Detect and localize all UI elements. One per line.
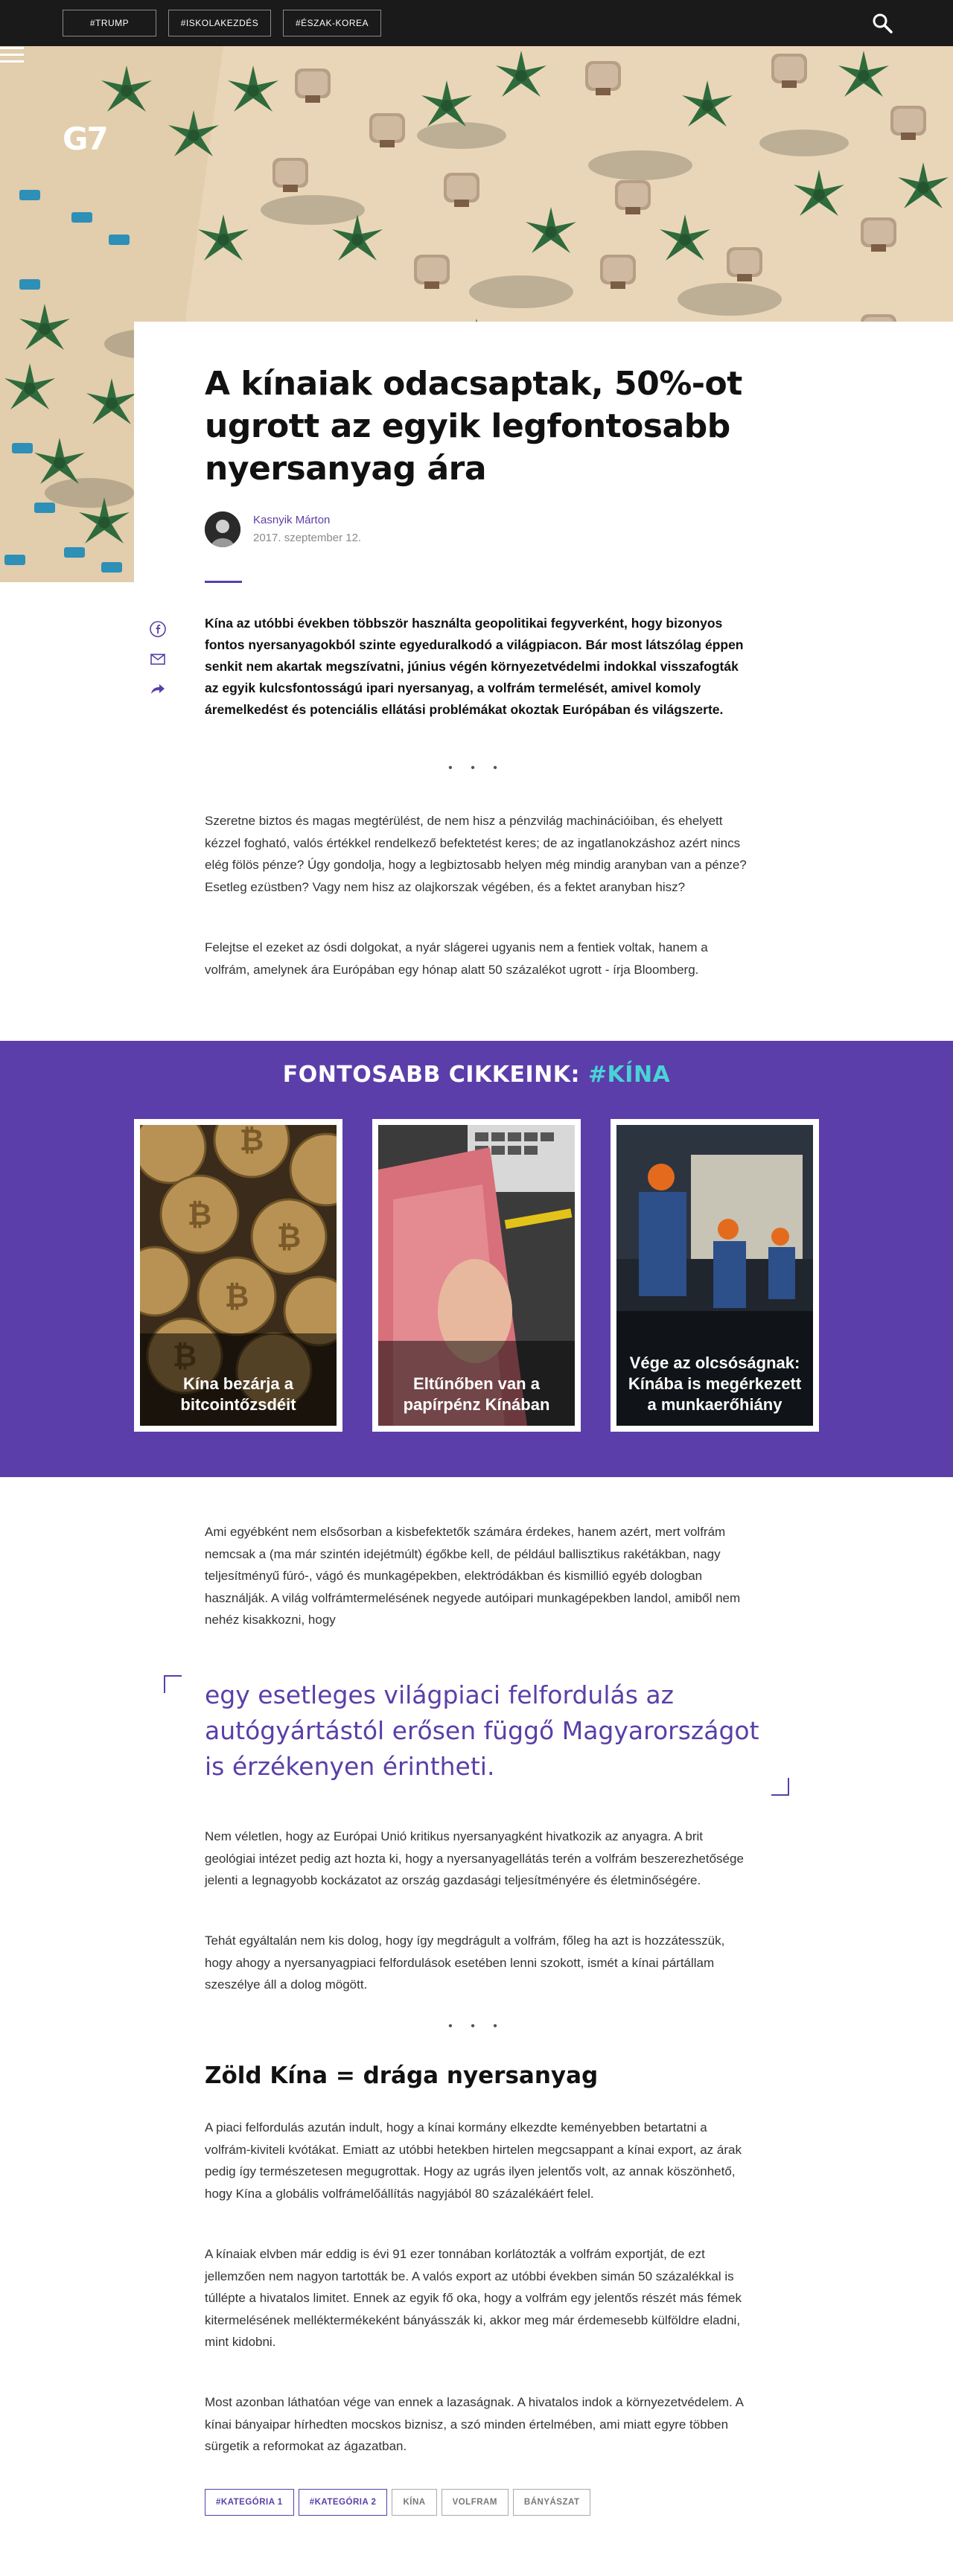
svg-text:₿: ₿ [188, 1198, 212, 1232]
section-separator: • • • [448, 2020, 505, 2033]
tag-banyaszat[interactable]: BÁNYÁSZAT [512, 2489, 591, 2516]
factory-workers-image: Vége az olcsóságnak: Kínába is megérkeze… [616, 1125, 813, 1426]
paragraph: A kínaiak elvben már eddig is évi 91 eze… [205, 2247, 742, 2349]
article-tags: #KATEGÓRIA 1 #KATEGÓRIA 2 KÍNA VOLFRAM B… [205, 2489, 591, 2516]
svg-text:₿: ₿ [240, 1125, 264, 1158]
top-navigation-bar: #TRUMP #ISKOLAKEZDÉS #ÉSZAK-KOREA [0, 0, 953, 46]
tag-category-1[interactable]: #KATEGÓRIA 1 [205, 2489, 294, 2516]
article-lead: Kína az utóbbi években többször használt… [205, 616, 744, 717]
bitcoin-image: ₿₿₿ ₿₿ Kína bezárja a bitcointőzsdéit [140, 1125, 337, 1426]
svg-text:₿: ₿ [277, 1220, 302, 1254]
hamburger-menu-icon[interactable] [0, 46, 24, 64]
tag-kina[interactable]: KÍNA [392, 2489, 437, 2516]
related-article-card[interactable]: Eltűnőben van a papírpénz Kínában [372, 1119, 581, 1432]
trending-tag-eszak-korea[interactable]: #ÉSZAK-KOREA [283, 10, 381, 36]
quote-corner-top-left [164, 1675, 182, 1693]
title-divider [205, 581, 242, 583]
paragraph: Felejtse el ezeket az ósdi dolgokat, a n… [205, 940, 708, 977]
related-articles-title: FONTOSABB CIKKEINK: #KÍNA [0, 1062, 953, 1088]
pull-quote: egy esetleges világpiaci felfordulás az … [205, 1680, 759, 1781]
email-share-icon[interactable] [149, 650, 167, 668]
section-separator: • • • [448, 762, 505, 774]
facebook-share-icon[interactable] [149, 620, 167, 638]
related-article-title[interactable]: Kína bezárja a bitcointőzsdéit [140, 1374, 337, 1415]
author-avatar[interactable] [205, 511, 240, 547]
article-title: A kínaiak odacsaptak, 50%-ot ugrott az e… [205, 365, 742, 488]
related-title-hashtag[interactable]: #KÍNA [588, 1062, 670, 1088]
tag-category-2[interactable]: #KATEGÓRIA 2 [298, 2489, 388, 2516]
related-article-title[interactable]: Vége az olcsóságnak: Kínába is megérkeze… [616, 1353, 813, 1415]
forward-share-icon[interactable] [149, 680, 167, 698]
g7-logo[interactable]: G7 [63, 121, 109, 157]
paragraph: Most azonban láthatóan vége van ennek a … [205, 2395, 743, 2453]
related-title-prefix: FONTOSABB CIKKEINK: [282, 1062, 588, 1088]
paragraph: A piaci felfordulás azután indult, hogy … [205, 2120, 742, 2201]
related-article-title[interactable]: Eltűnőben van a papírpénz Kínában [378, 1374, 575, 1415]
author-name-link[interactable]: Kasnyik Márton [253, 514, 330, 526]
publish-date: 2017. szeptember 12. [253, 532, 362, 544]
search-icon[interactable] [871, 12, 893, 34]
banknote-image: Eltűnőben van a papírpénz Kínában [378, 1125, 575, 1426]
paragraph: Tehát egyáltalán nem kis dolog, hogy így… [205, 1933, 725, 1992]
trending-tag-trump[interactable]: #TRUMP [63, 10, 156, 36]
related-article-card[interactable]: Vége az olcsóságnak: Kínába is megérkeze… [611, 1119, 819, 1432]
paragraph: Nem véletlen, hogy az Európai Unió kriti… [205, 1829, 744, 1887]
paragraph: Ami egyébként nem elsősorban a kisbefekt… [205, 1525, 741, 1627]
section-heading: Zöld Kína = drága nyersanyag [205, 2062, 599, 2089]
trending-tag-iskolakezdes[interactable]: #ISKOLAKEZDÉS [168, 10, 271, 36]
tag-volfram[interactable]: VOLFRAM [441, 2489, 509, 2516]
quote-corner-bottom-right [771, 1778, 789, 1796]
related-article-card[interactable]: ₿₿₿ ₿₿ Kína bezárja a bitcointőzsdéit [134, 1119, 342, 1432]
paragraph: Szeretne biztos és magas megtérülést, de… [205, 814, 747, 894]
svg-text:₿: ₿ [225, 1280, 249, 1314]
